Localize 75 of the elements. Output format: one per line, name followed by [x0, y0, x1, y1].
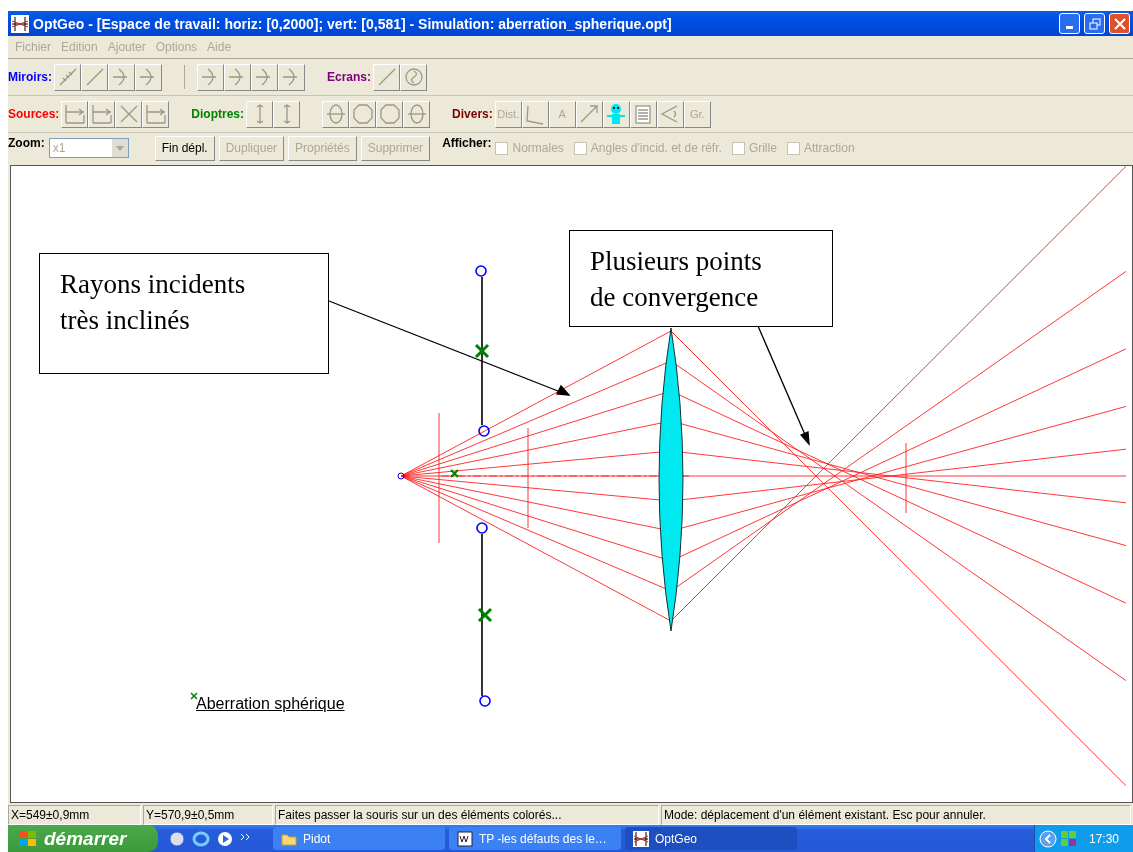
close-button[interactable]	[1109, 13, 1130, 34]
document-icon	[457, 830, 473, 847]
grid-icon[interactable]	[1060, 830, 1077, 847]
tool-button[interactable]	[142, 100, 170, 128]
arrow-icon	[578, 103, 601, 125]
tool-button[interactable]	[403, 100, 431, 128]
restore-icon	[1088, 17, 1101, 30]
ellipse-icon	[405, 103, 428, 125]
play-icon[interactable]	[216, 829, 234, 848]
tool-button[interactable]	[273, 100, 301, 128]
status-cell: Y=570,9±0,5mm	[143, 805, 273, 825]
annotation-box: Plusieurs points de convergence	[569, 230, 833, 327]
tool-button[interactable]	[521, 100, 549, 128]
tool-button[interactable]	[197, 63, 224, 91]
tool-button[interactable]	[115, 100, 143, 128]
ellipse-icon	[324, 103, 347, 125]
toolbar-group-label: Dioptres:	[191, 106, 245, 121]
tool-button[interactable]	[246, 100, 274, 128]
tool-button[interactable]	[322, 100, 350, 128]
close-icon	[1113, 17, 1126, 30]
app-icon	[633, 830, 649, 847]
tool-button[interactable]: A	[548, 100, 576, 128]
tool-button[interactable]	[81, 63, 108, 91]
polygon-icon	[351, 103, 374, 125]
toolbar-group-label: Miroirs:	[8, 69, 52, 84]
tool-button[interactable]	[602, 100, 630, 128]
tool-button[interactable]	[135, 63, 162, 91]
status-cell: X=549±0,9mm	[8, 805, 141, 825]
annotation-box: Rayons incidents très inclinés	[39, 253, 329, 374]
toolbar-button[interactable]: Fin dépl.	[154, 135, 215, 161]
tool-button[interactable]	[224, 63, 251, 91]
toolbar-group-label: Ecrans:	[327, 69, 372, 84]
tool-button[interactable]	[575, 100, 603, 128]
polygon-icon	[378, 103, 401, 125]
tool-button[interactable]	[656, 100, 684, 128]
zoom-label: Zoom:	[8, 136, 45, 150]
toolbar-group-label: Divers:	[452, 106, 493, 121]
quick-launch-icon[interactable]	[168, 829, 186, 848]
source-point-marker	[397, 472, 405, 480]
status-cell: Mode: déplacement d'un élément existant. Esc pour annuler.	[661, 805, 1131, 825]
tool-button[interactable]	[376, 100, 404, 128]
tool-button[interactable]	[61, 100, 89, 128]
start-button[interactable]: démarrer	[8, 825, 158, 852]
tool-button[interactable]	[251, 63, 278, 91]
taskbar-task[interactable]: OptGeo	[625, 827, 797, 850]
tool-button[interactable]	[88, 100, 116, 128]
tool-button[interactable]: Dist.	[494, 100, 522, 128]
tool-button[interactable]	[108, 63, 135, 91]
toolbar-group-label: Sources:	[8, 106, 60, 121]
afficher-label: Afficher:	[442, 136, 492, 150]
clock: 17:30	[1088, 831, 1119, 846]
folder-icon	[281, 831, 297, 846]
center-marker	[450, 469, 459, 478]
tool-button[interactable]	[349, 100, 377, 128]
status-cell: Faites passer la souris sur un des éléments colorés...	[275, 805, 659, 825]
minimize-button[interactable]	[1059, 13, 1080, 34]
restore-button[interactable]	[1084, 13, 1105, 34]
taskbar-task[interactable]: Pidot	[273, 827, 445, 850]
person-icon	[605, 103, 628, 125]
windows-logo-icon	[18, 829, 38, 848]
tool-button[interactable]	[278, 63, 305, 91]
spiral-icon	[402, 66, 425, 88]
window-title: OptGeo - [Espace de travail: horiz: [0,2000]; vert: [0,581] - Simulation: aberration_spherique.opt]	[33, 15, 673, 32]
tool-button[interactable]	[54, 63, 81, 91]
caption-link[interactable]: Aberration sphérique	[196, 695, 345, 713]
tool-button[interactable]	[373, 63, 401, 91]
app-icon	[11, 14, 29, 33]
caption-marker	[190, 692, 198, 700]
tool-button[interactable]	[629, 100, 657, 128]
dropdown-arrow-icon	[115, 145, 124, 151]
taskbar-task[interactable]: TP -les défauts des le…	[449, 827, 621, 850]
tool-button[interactable]	[400, 63, 428, 91]
chevron-left-icon[interactable]	[1038, 829, 1057, 848]
tool-button[interactable]: Gr.	[683, 100, 711, 128]
minimize-icon	[1066, 26, 1073, 29]
